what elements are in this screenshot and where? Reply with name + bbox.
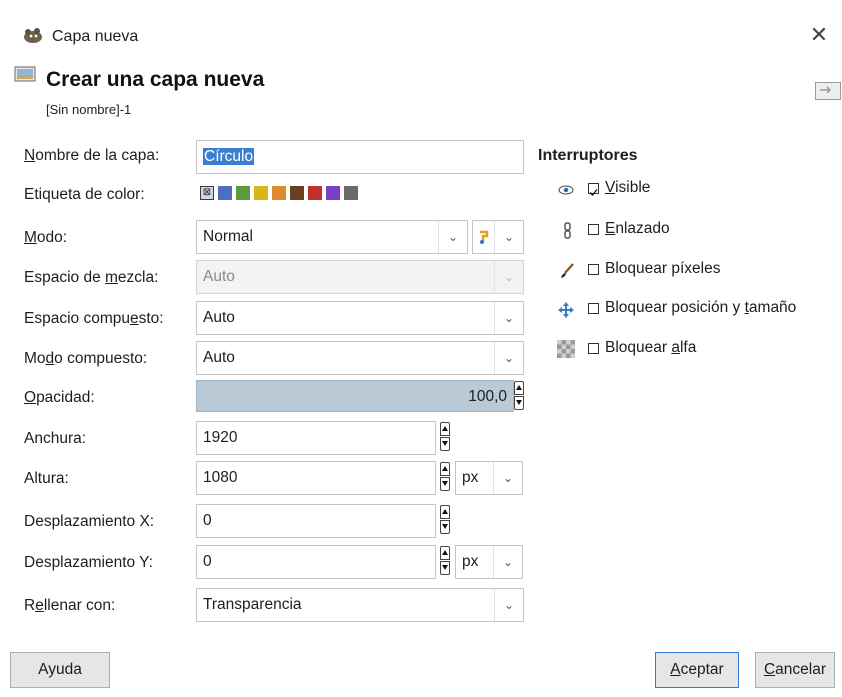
size-unit-dropdown[interactable]: px ⌄ (455, 461, 523, 495)
legacy-mode-icon (480, 230, 489, 244)
offset-y-label: Desplazamiento Y: (24, 554, 153, 571)
composite-mode-value: Auto (203, 349, 235, 366)
color-tag-orange[interactable] (272, 186, 286, 200)
checker-icon (557, 340, 575, 358)
opacity-spinner[interactable] (514, 380, 526, 412)
offset-unit-value: px (462, 553, 479, 570)
layer-name-label: Nombre de la capa: (24, 147, 160, 164)
size-unit-value: px (462, 469, 479, 486)
color-tag-label: Etiqueta de color: (24, 186, 145, 203)
fill-label: Rellenar con: (24, 597, 116, 614)
opacity-value: 100,0 (468, 388, 507, 405)
height-value: 1080 (203, 469, 238, 486)
mode-label: Modo: (24, 229, 68, 246)
offset-y-input[interactable]: 0 (196, 545, 436, 579)
color-tag-brown[interactable] (290, 186, 304, 200)
chevron-down-icon: ⌄ (494, 221, 523, 253)
color-tag-gray[interactable] (344, 186, 358, 200)
chevron-down-icon: ⌄ (493, 462, 522, 494)
blend-space-dropdown: Auto ⌄ (196, 260, 524, 294)
color-tag-blue[interactable] (218, 186, 232, 200)
lock-alpha-label[interactable]: Bloquear alfa (605, 339, 696, 357)
image-thumbnail-icon (815, 82, 841, 100)
color-tag-red[interactable] (308, 186, 322, 200)
mode-variant-dropdown[interactable]: ⌄ (472, 220, 524, 254)
offset-x-input[interactable]: 0 (196, 504, 436, 538)
mode-dropdown[interactable]: Normal ⌄ (196, 220, 468, 254)
offset-x-value: 0 (203, 512, 212, 529)
accept-button[interactable]: Aceptar (655, 652, 739, 688)
help-button[interactable]: Ayuda (10, 652, 110, 688)
offset-y-value: 0 (203, 553, 212, 570)
switches-heading: Interruptores (538, 147, 638, 164)
fill-value: Transparencia (203, 596, 302, 613)
linked-checkbox[interactable] (588, 224, 599, 235)
chevron-down-icon: ⌄ (494, 589, 523, 621)
gimp-app-icon (24, 28, 42, 43)
composite-space-label: Espacio compuesto: (24, 310, 164, 327)
color-tag-none[interactable]: ⊠ (200, 186, 214, 200)
brush-icon (561, 263, 574, 278)
image-name: [Sin nombre]-1 (46, 102, 132, 117)
height-label: Altura: (24, 470, 69, 487)
new-layer-icon (14, 66, 36, 82)
fill-dropdown[interactable]: Transparencia ⌄ (196, 588, 524, 622)
offset-y-spinner[interactable] (440, 545, 452, 577)
visible-label[interactable]: Visible (605, 179, 650, 197)
width-input[interactable]: 1920 (196, 421, 436, 455)
height-input[interactable]: 1080 (196, 461, 436, 495)
chevron-down-icon: ⌄ (494, 302, 523, 334)
lock-pixels-label[interactable]: Bloquear píxeles (605, 260, 720, 278)
opacity-label: Opacidad: (24, 389, 95, 406)
lock-alpha-checkbox[interactable] (588, 343, 599, 354)
eye-icon (558, 185, 574, 195)
dialog-heading: Crear una capa nueva (46, 68, 265, 91)
linked-label[interactable]: Enlazado (605, 220, 670, 238)
composite-space-dropdown[interactable]: Auto ⌄ (196, 301, 524, 335)
offset-x-spinner[interactable] (440, 504, 452, 536)
chain-icon (564, 222, 571, 239)
composite-space-value: Auto (203, 309, 235, 326)
opacity-slider[interactable]: 100,0 (196, 380, 514, 412)
move-icon (558, 302, 574, 318)
height-spinner[interactable] (440, 461, 452, 493)
chevron-down-icon: ⌄ (494, 261, 523, 293)
lock-position-label[interactable]: Bloquear posición y tamaño (605, 299, 796, 317)
lock-pixels-checkbox[interactable] (588, 264, 599, 275)
offset-unit-dropdown[interactable]: px ⌄ (455, 545, 523, 579)
width-label: Anchura: (24, 430, 87, 447)
width-value: 1920 (203, 429, 238, 446)
color-tag-yellow[interactable] (254, 186, 268, 200)
layer-name-input[interactable]: Círculo (196, 140, 524, 174)
layer-name-value: Círculo (203, 148, 255, 165)
color-tag-violet[interactable] (326, 186, 340, 200)
composite-mode-dropdown[interactable]: Auto ⌄ (196, 341, 524, 375)
mode-value: Normal (203, 228, 253, 245)
width-spinner[interactable] (440, 421, 452, 453)
composite-mode-label: Modo compuesto: (24, 350, 148, 367)
lock-position-checkbox[interactable] (588, 303, 599, 314)
chevron-down-icon: ⌄ (493, 546, 522, 578)
blend-space-value: Auto (203, 268, 235, 285)
cancel-button[interactable]: Cancelar (755, 652, 835, 688)
blend-space-label: Espacio de mezcla: (24, 269, 159, 286)
offset-x-label: Desplazamiento X: (24, 513, 155, 530)
close-button[interactable]: ✕ (804, 22, 834, 48)
chevron-down-icon: ⌄ (494, 342, 523, 374)
chevron-down-icon: ⌄ (438, 221, 467, 253)
color-tag-green[interactable] (236, 186, 250, 200)
visible-checkbox[interactable] (588, 183, 599, 196)
window-title: Capa nueva (52, 28, 139, 45)
